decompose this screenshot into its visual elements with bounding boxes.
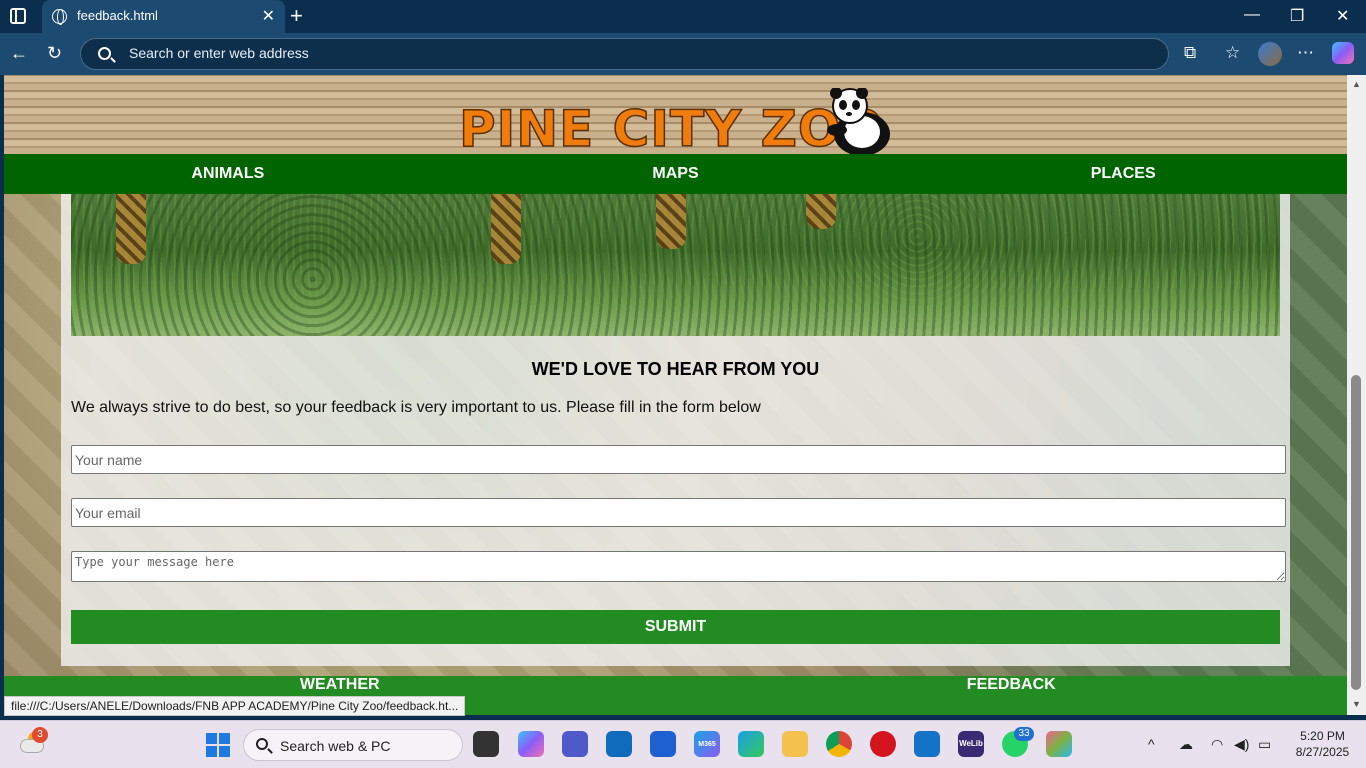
email-input[interactable] <box>71 498 1286 527</box>
form-heading: WE'D LOVE TO HEAR FROM YOU <box>531 359 820 379</box>
giraffe-leg-shape <box>656 194 686 249</box>
page-scrollbar[interactable]: ▲ ▼ <box>1347 75 1366 715</box>
address-input[interactable] <box>129 45 729 61</box>
more-menu-icon[interactable]: ⋯ <box>1297 43 1314 63</box>
whatsapp-badge: 33 <box>1014 727 1034 741</box>
favorites-icon[interactable]: ☆ <box>1225 43 1240 63</box>
new-tab-icon[interactable]: + <box>290 3 303 29</box>
clock-time: 5:20 PM <box>1300 729 1345 743</box>
windows-start-icon[interactable] <box>206 733 230 757</box>
search-icon <box>256 738 268 750</box>
file-explorer-icon[interactable] <box>782 731 808 757</box>
close-tab-icon[interactable]: ✕ <box>262 6 275 26</box>
weather-badge: 3 <box>32 727 48 743</box>
giraffe-leg-shape <box>491 194 521 264</box>
minimize-icon[interactable]: — <box>1244 6 1260 24</box>
volume-icon[interactable]: ◀) <box>1234 736 1249 753</box>
nav-animals[interactable]: ANIMALS <box>4 154 452 194</box>
hero-image <box>71 194 1280 336</box>
message-textarea[interactable] <box>71 551 1286 582</box>
restore-icon[interactable]: ❐ <box>1290 6 1304 26</box>
copilot-icon[interactable] <box>1332 42 1354 64</box>
battery-icon[interactable]: ▭ <box>1258 736 1271 753</box>
taskbar: 3 Search web & PC M365 WeLib 33 ^ ☁ ◠ ◀)… <box>0 720 1366 768</box>
giraffe-leg-shape <box>806 194 836 229</box>
azure-icon[interactable] <box>914 731 940 757</box>
scroll-down-icon[interactable]: ▼ <box>1352 699 1361 709</box>
top-navigation: ANIMALS MAPS PLACES <box>4 154 1347 194</box>
welib-icon[interactable]: WeLib <box>958 731 984 757</box>
m365-label: M365 <box>698 741 716 748</box>
taskbar-search[interactable]: Search web & PC <box>243 729 463 761</box>
feedback-card: WE'D LOVE TO HEAR FROM YOU We always str… <box>61 194 1290 666</box>
clock-date: 8/27/2025 <box>1295 745 1350 759</box>
m365-icon[interactable]: M365 <box>694 731 720 757</box>
page-viewport: PINE CITY ZOO ANIMALS MAPS PLACES WE'D L… <box>4 75 1347 715</box>
edge-icon[interactable] <box>738 731 764 757</box>
task-view-icon[interactable] <box>473 731 499 757</box>
nav-feedback[interactable]: FEEDBACK <box>676 676 1348 715</box>
globe-icon <box>52 9 67 25</box>
form-intro: We always strive to do best, so your fee… <box>71 399 761 416</box>
scroll-up-icon[interactable]: ▲ <box>1352 79 1361 89</box>
sidebar-toggle-icon[interactable] <box>10 8 26 24</box>
taskbar-search-label: Search web & PC <box>280 738 391 754</box>
onedrive-cloud-icon[interactable]: ☁ <box>1179 736 1193 753</box>
welib-label: WeLib <box>959 739 983 748</box>
panda-logo-icon <box>827 88 890 154</box>
scroll-thumb[interactable] <box>1351 375 1361 690</box>
weather-widget[interactable]: 3 <box>20 727 48 753</box>
profile-avatar[interactable] <box>1258 42 1282 66</box>
back-arrow-icon[interactable]: ← <box>10 43 28 64</box>
browser-tabbar: feedback.html ✕ + — ❐ ✕ <box>0 0 1366 33</box>
copilot-app-icon[interactable] <box>518 731 544 757</box>
status-url: file:///C:/Users/ANELE/Downloads/FNB APP… <box>4 696 466 716</box>
nav-maps[interactable]: MAPS <box>452 154 900 194</box>
snipping-tool-icon[interactable] <box>1046 731 1072 757</box>
extensions-icon[interactable]: ⧉ <box>1184 43 1196 63</box>
address-toolbar: ← ↻ ⧉ ☆ ⋯ <box>0 33 1366 75</box>
refresh-icon[interactable]: ↻ <box>47 43 62 64</box>
name-input[interactable] <box>71 445 1286 474</box>
address-bar[interactable] <box>80 38 1169 70</box>
outlook-icon[interactable] <box>606 731 632 757</box>
wifi-icon[interactable]: ◠ <box>1211 736 1223 753</box>
submit-button[interactable]: SUBMIT <box>71 610 1280 644</box>
bluetooth-icon[interactable] <box>650 731 676 757</box>
teams-icon[interactable] <box>562 731 588 757</box>
giraffe-leg-shape <box>116 194 146 264</box>
tab-feedback[interactable]: feedback.html ✕ <box>42 0 285 33</box>
tab-title: feedback.html <box>77 8 158 23</box>
chrome-icon[interactable] <box>826 731 852 757</box>
chevron-up-icon[interactable]: ^ <box>1148 736 1155 752</box>
close-window-icon[interactable]: ✕ <box>1336 6 1349 26</box>
search-icon <box>98 47 111 60</box>
nav-places[interactable]: PLACES <box>899 154 1347 194</box>
opera-icon[interactable] <box>870 731 896 757</box>
system-clock[interactable]: 5:20 PM 8/27/2025 <box>1285 728 1360 760</box>
site-header: PINE CITY ZOO <box>4 75 1347 154</box>
